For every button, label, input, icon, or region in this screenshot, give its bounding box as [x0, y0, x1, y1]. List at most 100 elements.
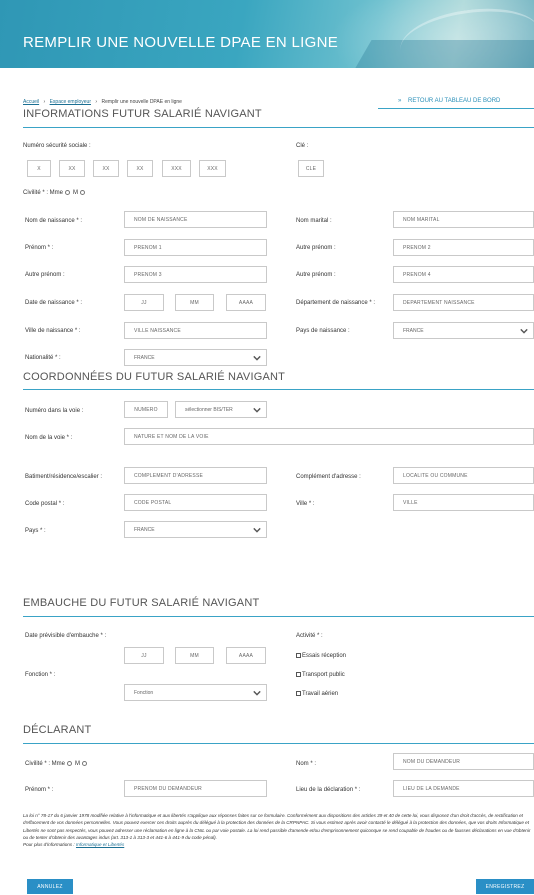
- page-title: REMPLIR UNE NOUVELLE DPAE EN LIGNE: [23, 34, 339, 51]
- breadcrumb-current: Remplir une nouvelle DPAE en ligne: [101, 99, 182, 105]
- nationality-select[interactable]: FRANCE: [124, 349, 267, 366]
- checkbox[interactable]: [296, 672, 301, 677]
- breadcrumb-space-link[interactable]: Espace employeur: [50, 99, 91, 105]
- married-name-input[interactable]: NOM MARITAL: [393, 211, 534, 228]
- street-number-input[interactable]: NUMERO: [124, 401, 168, 418]
- bis-ter-value: sélectionner BIS/TER: [185, 406, 233, 413]
- ssn-field-2[interactable]: XX: [59, 160, 85, 177]
- civility-label: Civilité * : Mme: [23, 190, 64, 197]
- first-name-3-input[interactable]: PRENOM 3: [124, 266, 267, 283]
- back-to-dashboard-link[interactable]: » RETOUR AU TABLEAU DE BORD: [398, 98, 500, 104]
- back-link-underline: [378, 108, 534, 109]
- checkbox[interactable]: [296, 653, 301, 658]
- key-input[interactable]: CLE: [298, 160, 324, 177]
- activity-option-travail[interactable]: Travail aérien: [296, 691, 338, 697]
- nationality-value: FRANCE: [134, 354, 155, 361]
- birth-country-select[interactable]: FRANCE: [393, 322, 534, 339]
- ssn-field-4[interactable]: XX: [127, 160, 153, 177]
- header-banner: REMPLIR UNE NOUVELLE DPAE EN LIGNE: [0, 0, 534, 68]
- chevron-down-icon: [253, 355, 261, 361]
- country-select[interactable]: FRANCE: [124, 521, 267, 538]
- birth-dept-label: Département de naissance * :: [296, 300, 376, 306]
- civility-group: Civilité * : Mme M: [23, 190, 88, 196]
- birth-year-input[interactable]: AAAA: [226, 294, 266, 311]
- birth-city-input[interactable]: VILLE NAISSANCE: [124, 322, 267, 339]
- ssn-label: Numéro sécurité sociale :: [23, 143, 91, 149]
- activity-option-label: Essais réception: [302, 653, 347, 660]
- first-name-4-input[interactable]: PRENOM 4: [393, 266, 534, 283]
- postal-code-label: Code postal * :: [25, 501, 65, 507]
- postal-code-input[interactable]: CODE POSTAL: [124, 494, 267, 511]
- city-input[interactable]: VILLE: [393, 494, 534, 511]
- hiring-date-label: Date prévisible d'embauche * :: [25, 633, 107, 639]
- informatique-libertes-link[interactable]: Informatique et Libertés: [76, 842, 124, 847]
- section-title-employee-info: INFORMATIONS FUTUR SALARIÉ NAVIGANT: [23, 108, 262, 120]
- save-button[interactable]: ENREGISTREZ: [476, 879, 534, 894]
- complement-label: Complément d'adresse :: [296, 474, 361, 480]
- ssn-field-6[interactable]: XXX: [199, 160, 226, 177]
- declarant-mme-radio[interactable]: [67, 761, 73, 766]
- activity-label: Activité * :: [296, 633, 323, 639]
- other-first-name-4-label: Autre prénom :: [296, 272, 336, 278]
- birth-city-label: Ville de naissance * :: [25, 328, 81, 334]
- function-select[interactable]: Fonction: [124, 684, 267, 701]
- declarant-name-input[interactable]: NOM DU DEMANDEUR: [393, 753, 534, 770]
- first-name-label: Prénom * :: [25, 245, 54, 251]
- hiring-year-input[interactable]: AAAA: [226, 647, 266, 664]
- section-title-hiring: EMBAUCHE DU FUTUR SALARIÉ NAVIGANT: [23, 597, 260, 609]
- bis-ter-select[interactable]: sélectionner BIS/TER: [175, 401, 267, 418]
- activity-option-label: Transport public: [302, 672, 345, 679]
- birth-month-input[interactable]: MM: [175, 294, 214, 311]
- legal-notice: La loi n° 78-17 du 6 janvier 1978 modifi…: [23, 812, 534, 848]
- activity-option-essais[interactable]: Essais réception: [296, 653, 346, 659]
- declarant-civility-label: Civilité * : Mme: [25, 761, 66, 768]
- chevron-down-icon: [520, 328, 528, 334]
- chevron-down-icon: [253, 407, 261, 413]
- breadcrumb-separator: ›: [95, 99, 98, 105]
- street-number-label: Numéro dans la voie :: [25, 408, 84, 414]
- breadcrumb-home-link[interactable]: Accueil: [23, 99, 39, 105]
- nationality-label: Nationalité * :: [25, 355, 61, 361]
- birth-day-input[interactable]: JJ: [124, 294, 164, 311]
- civility-m-label: M: [73, 190, 79, 197]
- ssn-field-3[interactable]: XX: [93, 160, 119, 177]
- section-divider: [23, 616, 534, 617]
- declarant-first-name-label: Prénom * :: [25, 787, 54, 793]
- declarant-name-label: Nom * :: [296, 761, 317, 767]
- cancel-button[interactable]: ANNULEZ: [27, 879, 73, 894]
- first-name-input[interactable]: PRENOM 1: [124, 239, 267, 256]
- ssn-field-5[interactable]: XXX: [162, 160, 191, 177]
- function-label: Fonction * :: [25, 672, 56, 678]
- building-label: Batiment/résidence/escalier :: [25, 474, 103, 480]
- declarant-first-name-input[interactable]: PRENOM DU DEMANDEUR: [124, 780, 267, 797]
- declarant-civility-group: Civilité * : Mme M: [25, 761, 90, 767]
- first-name-2-input[interactable]: PRENOM 2: [393, 239, 534, 256]
- civility-m-radio[interactable]: [80, 190, 86, 195]
- building-input[interactable]: COMPLEMENT D'ADRESSE: [124, 467, 267, 484]
- other-first-name-3-label: Autre prénom :: [25, 272, 65, 278]
- declarant-m-radio[interactable]: [82, 761, 88, 766]
- double-chevron-icon: »: [398, 98, 402, 104]
- activity-option-transport[interactable]: Transport public: [296, 672, 345, 678]
- declaration-place-input[interactable]: LIEU DE LA DEMANDE: [393, 780, 534, 797]
- hiring-month-input[interactable]: MM: [175, 647, 214, 664]
- hiring-day-input[interactable]: JJ: [124, 647, 164, 664]
- section-divider: [23, 127, 534, 128]
- section-divider: [23, 389, 534, 390]
- civility-mme-radio[interactable]: [65, 190, 71, 195]
- complement-input[interactable]: LOCALITE OU COMMUNE: [393, 467, 534, 484]
- legal-more-prefix: Pour plus d'informations :: [23, 842, 75, 848]
- chevron-down-icon: [253, 527, 261, 533]
- birth-dept-input[interactable]: DEPARTEMENT NAISSANCE: [393, 294, 534, 311]
- birth-country-label: Pays de naissance :: [296, 328, 350, 334]
- birth-name-input[interactable]: NOM DE NAISSANCE: [124, 211, 267, 228]
- birth-country-value: FRANCE: [403, 327, 424, 334]
- married-name-label: Nom marital :: [296, 218, 332, 224]
- breadcrumb-separator: ›: [43, 99, 46, 105]
- country-value: FRANCE: [134, 526, 155, 533]
- checkbox[interactable]: [296, 691, 301, 696]
- ssn-field-1[interactable]: X: [27, 160, 51, 177]
- declarant-m-label: M: [75, 761, 81, 768]
- street-name-input[interactable]: NATURE ET NOM DE LA VOIE: [124, 428, 534, 445]
- declaration-place-label: Lieu de la déclaration * :: [296, 787, 361, 793]
